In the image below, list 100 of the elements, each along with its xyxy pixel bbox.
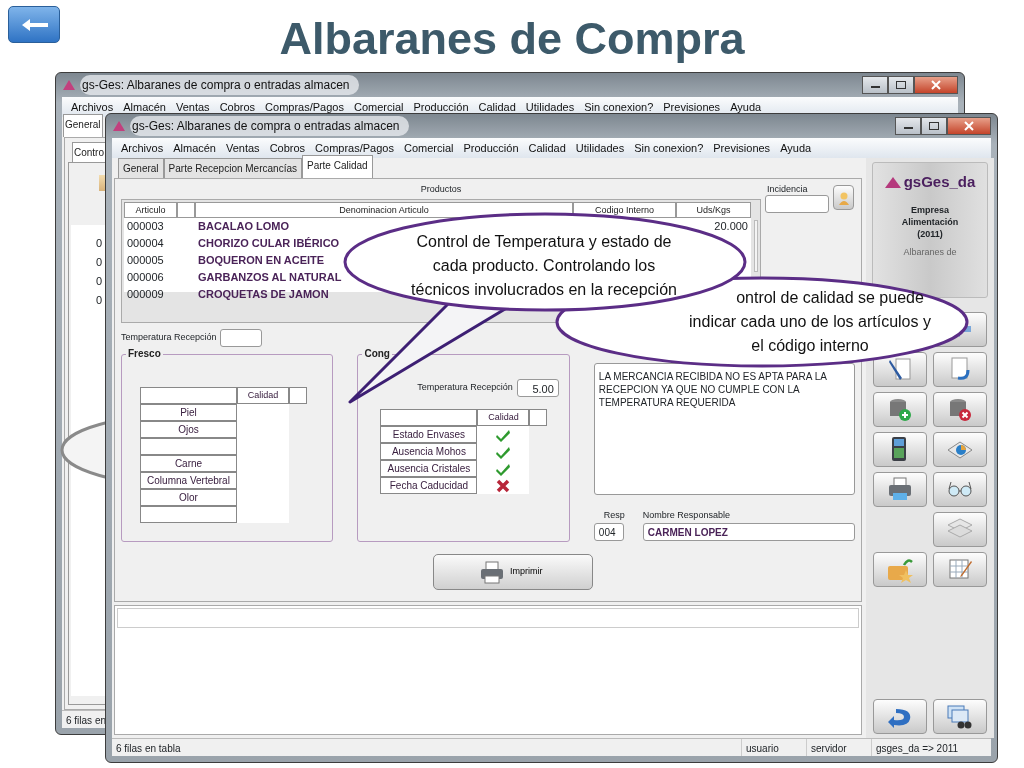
window-title: gs-Ges: Albaranes de compra o entradas almacen <box>80 75 360 95</box>
app-icon <box>62 78 76 92</box>
table-cell-text: 000004 <box>126 236 165 251</box>
table-cell-text: 0 <box>96 255 104 270</box>
slide-title: Albaranes de Compra <box>278 14 746 64</box>
field-label: Resp <box>602 509 625 522</box>
menu-item[interactable]: Comercial <box>348 98 409 116</box>
status-text: 6 filas en tabla <box>115 742 182 756</box>
name-field[interactable]: CARMEN LOPEZ <box>642 522 855 541</box>
scrollbar[interactable] <box>754 220 758 272</box>
column-header: Calidad <box>237 387 289 404</box>
close-icon <box>964 121 974 131</box>
column-header: Calidad <box>477 409 530 426</box>
column-header: Codigo Interno <box>573 202 676 218</box>
menu-item[interactable]: Cobros <box>214 98 261 116</box>
table-cell <box>237 506 289 523</box>
status-text: 6 filas en <box>65 714 108 728</box>
minimize-button[interactable] <box>895 117 921 135</box>
group-title: Fresco <box>127 349 162 359</box>
section-title: Productos <box>419 183 463 196</box>
table-cell-text: 000006 <box>126 270 165 285</box>
person-icon <box>837 190 850 205</box>
column-header <box>529 409 548 426</box>
maximize-button[interactable] <box>921 117 947 135</box>
table-cell: BACALAO LOMO <box>198 220 290 232</box>
field-label: Temperatura Recepción <box>121 331 217 345</box>
maximize-icon <box>929 122 939 130</box>
menu-item[interactable]: Archivos <box>116 139 169 157</box>
toolbar-button[interactable] <box>933 699 987 734</box>
table-cell-text: 0 <box>96 274 104 289</box>
menu-item[interactable]: Previsiones <box>658 98 726 116</box>
menu-item[interactable]: Ventas <box>221 139 265 157</box>
row-label: Ojos <box>140 421 237 438</box>
toolbar-button[interactable] <box>933 392 987 427</box>
field-label: Temperatura Recepción <box>417 381 513 395</box>
row-label: Carne <box>140 455 237 472</box>
status-text: usuario <box>741 739 806 756</box>
column-header <box>289 387 307 404</box>
print-button[interactable]: Imprimir <box>433 554 593 590</box>
toolbar-button[interactable] <box>873 432 927 467</box>
table-cell: CROQUETAS DE JAMON <box>198 288 329 300</box>
table-cell-text: 0 <box>96 236 104 251</box>
callout-text: ontrol de calidad se puede indicar cada uno de los artículos y el código interno <box>688 288 932 356</box>
close-button[interactable] <box>947 117 991 135</box>
menu-item[interactable]: Calidad <box>473 98 521 116</box>
table-cell: GARBANZOS AL NATURAL <box>198 271 342 283</box>
printer-icon <box>480 560 504 584</box>
incidence-textarea[interactable]: LA MERCANCIA RECIBIDA NO ES APTA PARA LA RECEPCION YA QUE NO CUMPLE CON LA TEMPERATURA REQUERIDA <box>593 363 855 495</box>
menu-item[interactable]: Compras/Pagos <box>310 139 399 157</box>
menu-item[interactable]: Calidad <box>523 139 571 157</box>
windows-binoculars-icon <box>946 702 974 731</box>
menu-item[interactable]: Producción <box>458 139 524 157</box>
table-cell: CHORIZO CULAR IBÉRICO <box>198 237 340 249</box>
menu-item[interactable]: Ventas <box>171 98 215 116</box>
table-cell <box>237 404 289 421</box>
tab[interactable]: General <box>63 114 103 137</box>
resp-field[interactable]: 004 <box>593 522 624 541</box>
row-label: Ausencia Mohos <box>380 443 478 460</box>
tab[interactable]: Parte Calidad <box>302 155 373 178</box>
tab[interactable]: Parte Recepcion Mercancías <box>163 158 302 178</box>
logo-icon <box>884 175 901 189</box>
menu-item[interactable]: Sin conexion? <box>579 98 659 116</box>
input-field[interactable] <box>765 195 829 213</box>
menu-item[interactable]: Sin conexion? <box>629 139 709 157</box>
row-label: Estado Envases <box>380 426 478 443</box>
row-label: Fecha Caducidad <box>380 477 478 494</box>
table-cell: BOQUERON EN ACEITE <box>198 254 325 266</box>
menu-item[interactable]: Cobros <box>264 139 311 157</box>
column-header: Uds/Kgs <box>676 202 751 218</box>
menu-item[interactable]: Producción <box>408 98 474 116</box>
minimize-button[interactable] <box>862 76 888 94</box>
window-title: gs-Ges: Albaranes de compra o entradas almacen <box>130 116 410 136</box>
menu-item[interactable]: Ayuda <box>775 139 817 157</box>
temperature-field[interactable]: 5.00 <box>516 379 559 397</box>
group-title: Cong <box>363 349 391 359</box>
row-label: Piel <box>140 404 237 421</box>
maximize-button[interactable] <box>888 76 914 94</box>
table-cell-text: 20.000 <box>713 219 749 234</box>
column-header: Articulo <box>124 202 177 218</box>
status-text: gsges_da => 2011 <box>871 739 991 756</box>
menu-item[interactable]: Utilidades <box>520 98 580 116</box>
tab[interactable]: Contro <box>72 142 106 162</box>
callout-text: Control de Temperatura y estado de cada producto. Controlando los técnicos involucrados en la recepción <box>410 232 678 300</box>
tab[interactable]: General <box>118 158 164 178</box>
menu-item[interactable]: Utilidades <box>570 139 630 157</box>
menu-item[interactable]: Archivos <box>66 98 119 116</box>
menu-item[interactable]: Ayuda <box>725 98 767 116</box>
row-label: Olor <box>140 489 237 506</box>
temperature-field[interactable] <box>219 329 262 347</box>
menu-item[interactable]: Comercial <box>398 139 459 157</box>
table-cell-text: 0 <box>96 293 104 308</box>
menu-item[interactable]: Compras/Pagos <box>260 98 349 116</box>
back-button[interactable] <box>8 6 60 43</box>
app-icon <box>112 119 126 133</box>
close-button[interactable] <box>914 76 958 94</box>
menu-item[interactable]: Previsiones <box>708 139 776 157</box>
lookup-button[interactable] <box>833 185 854 210</box>
menu-item[interactable]: Almacén <box>168 139 221 157</box>
column-header: Denominacion Articulo <box>195 202 573 218</box>
menu-item[interactable]: Almacén <box>118 98 171 116</box>
